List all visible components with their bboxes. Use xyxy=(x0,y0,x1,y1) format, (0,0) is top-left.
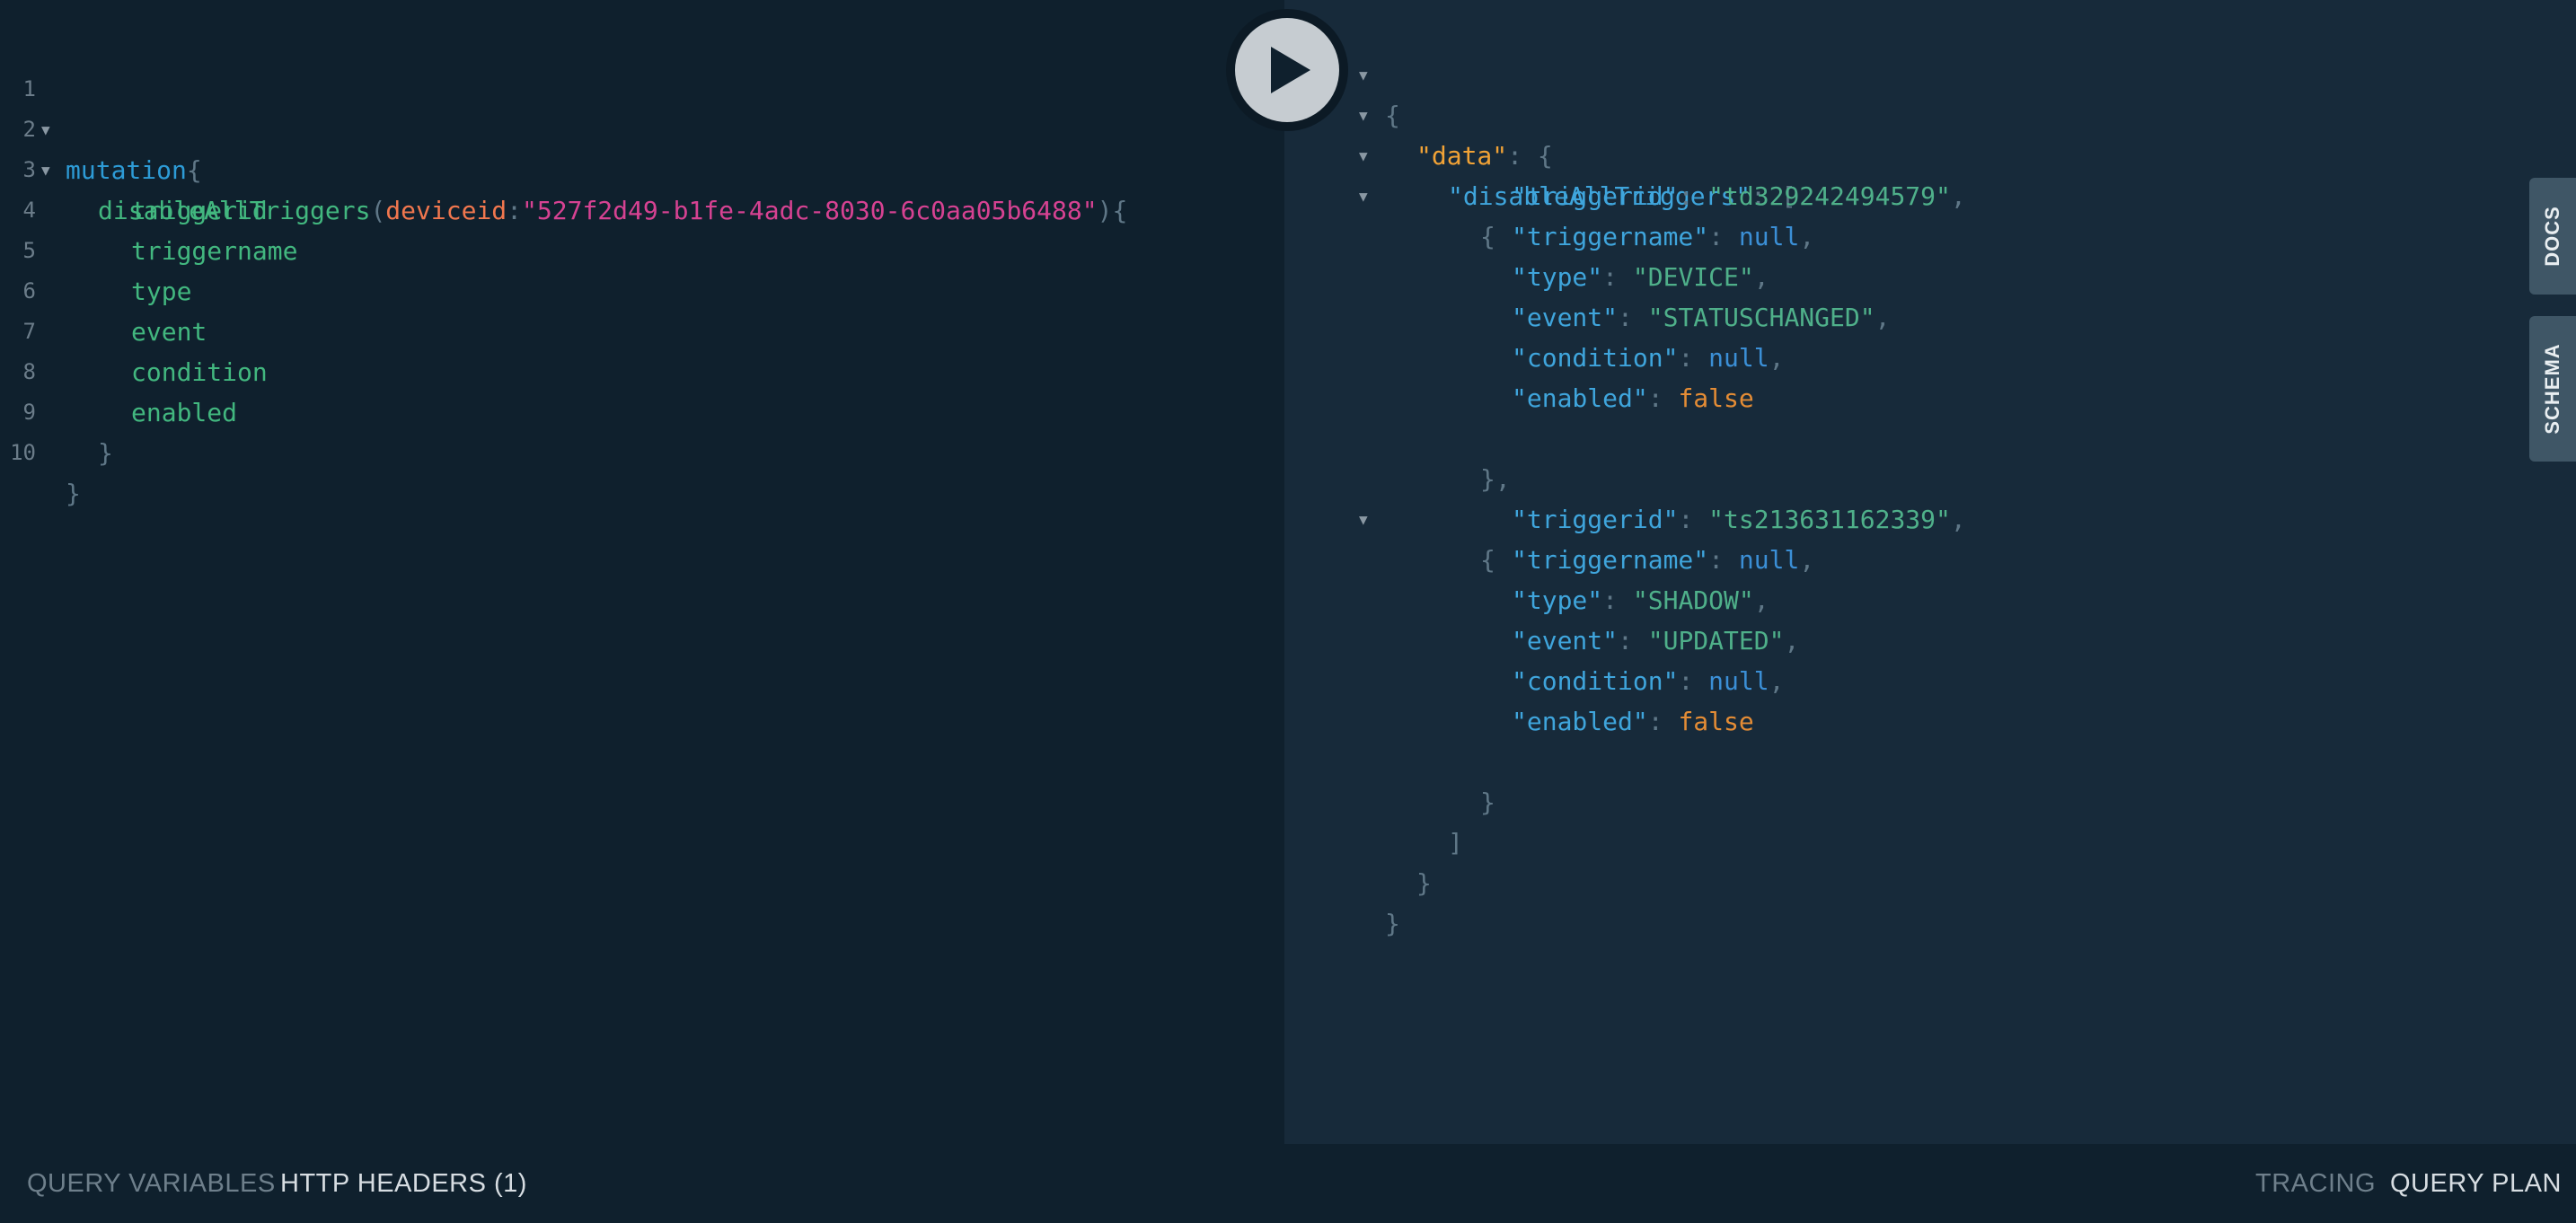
bottom-bar: QUERY VARIABLES HTTP HEADERS (1) TRACING… xyxy=(0,1144,2576,1223)
json-key: "triggerid" xyxy=(1512,181,1679,211)
colon: : xyxy=(1647,383,1679,413)
schema-tab[interactable]: SCHEMA xyxy=(2529,316,2576,462)
colon: : xyxy=(1602,585,1633,615)
code-line: 4 triggername xyxy=(0,150,1284,266)
json-boolean: false xyxy=(1678,383,1754,413)
json-line: } xyxy=(1284,863,2576,938)
code-line: 6 event xyxy=(0,231,1284,347)
code-line: 8 enabled xyxy=(0,312,1284,427)
json-line: ▼ { xyxy=(1284,459,2576,575)
json-line: ▼ "data": { xyxy=(1284,55,2576,171)
json-null: null xyxy=(1708,666,1769,696)
json-line: "enabled": false xyxy=(1284,701,2576,742)
json-string: "ts213631162339" xyxy=(1708,505,1951,534)
brace: } xyxy=(98,438,113,468)
json-line: ] xyxy=(1284,782,2576,858)
json-key: "triggername" xyxy=(1512,222,1709,251)
comma: , xyxy=(1875,303,1891,332)
json-line: } xyxy=(1284,823,2576,898)
http-headers-tab[interactable]: HTTP HEADERS (1) xyxy=(280,1169,527,1199)
json-line: "condition": null, xyxy=(1284,338,2576,378)
code-line: 5 type xyxy=(0,190,1284,306)
code-line: 1 ▼ mutation{ xyxy=(0,29,1284,185)
docs-tab[interactable]: DOCS xyxy=(2529,178,2576,295)
comma: , xyxy=(1950,181,1966,211)
json-string: "UPDATED" xyxy=(1647,626,1785,655)
json-key: "type" xyxy=(1512,585,1603,615)
line-number: 10 xyxy=(10,440,36,465)
json-line: ▼ "disableAllTriggers": [ xyxy=(1284,95,2576,211)
json-line: "type": "SHADOW", xyxy=(1284,580,2576,620)
json-key: "condition" xyxy=(1512,666,1679,696)
json-line: }, xyxy=(1284,418,2576,494)
json-key: "type" xyxy=(1512,262,1603,292)
colon: : xyxy=(1618,626,1648,655)
comma: , xyxy=(1769,343,1785,373)
schema-tab-label: SCHEMA xyxy=(2541,343,2563,435)
json-line: "triggerid": "ts213631162339", xyxy=(1284,499,2576,540)
json-line: "triggerid": "td329242494579", xyxy=(1284,176,2576,216)
json-null: null xyxy=(1708,343,1769,373)
json-key: "enabled" xyxy=(1512,383,1648,413)
comma: , xyxy=(1784,626,1800,655)
code-line: 2 ▼ disableAllTriggers(deviceid:"527f2d4… xyxy=(0,69,1284,225)
comma: , xyxy=(1753,585,1769,615)
json-string: "STATUSCHANGED" xyxy=(1647,303,1875,332)
colon: : xyxy=(1678,505,1709,534)
run-button-face xyxy=(1235,18,1339,122)
play-icon xyxy=(1271,47,1310,93)
json-boolean: false xyxy=(1678,707,1754,736)
json-line: ▼ { xyxy=(1284,136,2576,251)
json-line: "triggername": null, xyxy=(1284,216,2576,257)
json-line: "condition": null, xyxy=(1284,661,2576,701)
docs-tab-label: DOCS xyxy=(2541,206,2563,267)
brace: } xyxy=(1385,909,1400,938)
comma: , xyxy=(1769,666,1785,696)
colon: : xyxy=(1678,343,1709,373)
json-string: "SHADOW" xyxy=(1632,585,1754,615)
code-line: 7 condition xyxy=(0,271,1284,387)
json-line: ▼ { xyxy=(1284,14,2576,130)
query-editor[interactable]: 1 ▼ mutation{ 2 ▼ disableAllTriggers(dev… xyxy=(0,0,1284,1144)
colon: : xyxy=(1678,181,1709,211)
json-line: "triggername": null, xyxy=(1284,540,2576,580)
json-line: "type": "DEVICE", xyxy=(1284,257,2576,297)
comma: , xyxy=(1799,545,1815,575)
json-key: "triggername" xyxy=(1512,545,1709,575)
colon: : xyxy=(1602,262,1633,292)
colon: : xyxy=(1708,545,1739,575)
json-key: "condition" xyxy=(1512,343,1679,373)
json-line: "event": "UPDATED", xyxy=(1284,620,2576,661)
json-string: "td329242494579" xyxy=(1708,181,1951,211)
json-key: "triggerid" xyxy=(1512,505,1679,534)
json-line: "event": "STATUSCHANGED", xyxy=(1284,297,2576,338)
colon: : xyxy=(1678,666,1709,696)
query-plan-tab[interactable]: QUERY PLAN xyxy=(2390,1169,2562,1199)
colon: : xyxy=(1647,707,1679,736)
json-null: null xyxy=(1738,222,1800,251)
results-panel[interactable]: ▼ { ▼ "data": { ▼ "disableAllTriggers": … xyxy=(1284,0,2576,1144)
json-line: "enabled": false xyxy=(1284,378,2576,418)
run-query-button[interactable] xyxy=(1226,9,1348,131)
json-key: "event" xyxy=(1512,303,1619,332)
colon: : xyxy=(1708,222,1739,251)
json-string: "DEVICE" xyxy=(1632,262,1754,292)
code-line: 10 } xyxy=(0,392,1284,508)
tracing-tab[interactable]: TRACING xyxy=(2255,1169,2376,1199)
json-line: } xyxy=(1284,742,2576,817)
colon: : xyxy=(1618,303,1648,332)
brace: } xyxy=(66,479,81,508)
json-key: "event" xyxy=(1512,626,1619,655)
code-line: 9 } xyxy=(0,352,1284,468)
query-variables-tab[interactable]: QUERY VARIABLES xyxy=(27,1169,276,1199)
code-line: 3 triggerid xyxy=(0,110,1284,225)
comma: , xyxy=(1950,505,1966,534)
comma: , xyxy=(1753,262,1769,292)
json-key: "enabled" xyxy=(1512,707,1648,736)
comma: , xyxy=(1799,222,1815,251)
json-null: null xyxy=(1738,545,1800,575)
